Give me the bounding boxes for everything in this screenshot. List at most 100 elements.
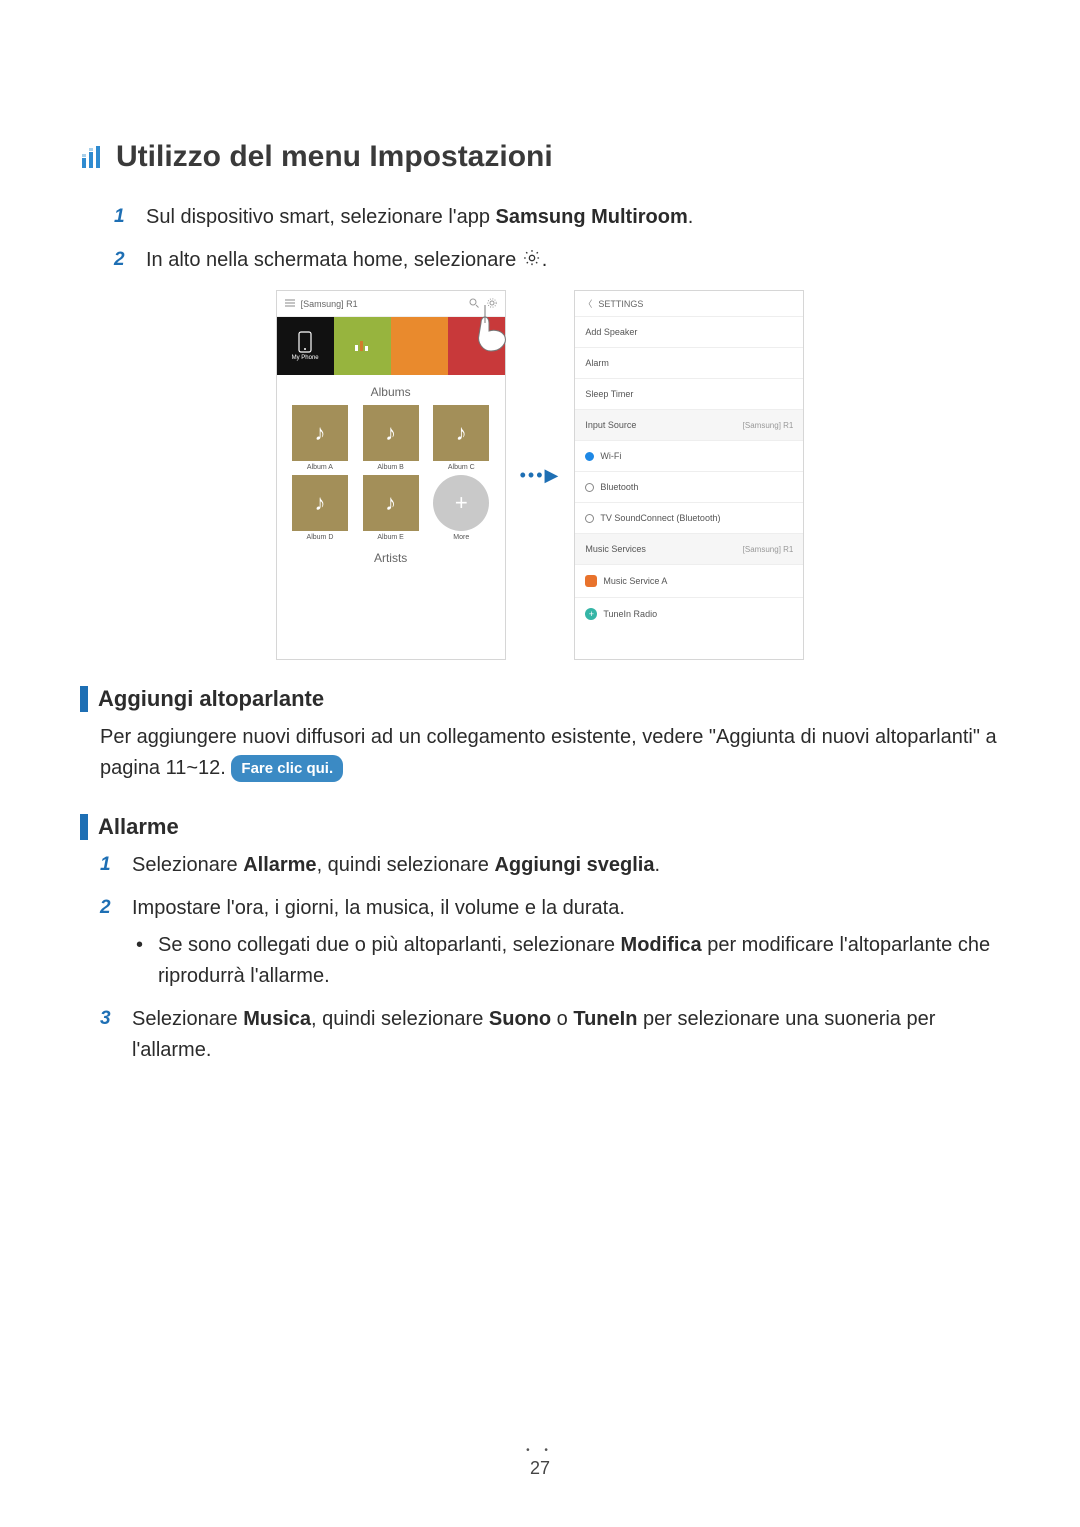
service-icon — [585, 575, 597, 587]
step-number: 2 — [100, 893, 114, 992]
label: Music Services — [585, 544, 646, 554]
step-number: 1 — [114, 202, 128, 233]
step-body: Sul dispositivo smart, selezionare l'app… — [146, 202, 693, 233]
h1-heading: Utilizzo del menu Impostazioni — [80, 140, 1000, 174]
radio-off-icon — [585, 514, 594, 523]
album-more: +More — [428, 475, 495, 541]
settings-item-input-source: Input Source [Samsung] R1 — [575, 410, 803, 441]
text: o — [551, 1008, 573, 1030]
source-tile — [334, 317, 391, 375]
radio-off-icon — [585, 483, 594, 492]
bold: Modifica — [621, 934, 702, 956]
label: Add Speaker — [585, 327, 637, 337]
text: Se sono collegati due o più altoparlanti… — [158, 934, 621, 956]
dots: ••• — [520, 465, 545, 485]
bold: Aggiungi sveglia — [494, 854, 654, 876]
bullet-item: • Se sono collegati due o più altoparlan… — [136, 930, 1000, 992]
gear-icon — [522, 247, 542, 278]
step-body: Selezionare Musica, quindi selezionare S… — [132, 1004, 1000, 1066]
label: Sleep Timer — [585, 389, 633, 399]
heading-text: Aggiungi altoparlante — [98, 686, 324, 712]
label: My Phone — [292, 355, 319, 361]
arrow-icon: •••▶ — [520, 465, 561, 486]
intro-step-2: 2 In alto nella schermata home, selezion… — [114, 245, 1000, 278]
page-dots: • • — [0, 1445, 1080, 1456]
settings-item-alarm: Alarm — [575, 348, 803, 379]
text: Impostare l'ora, i giorni, la musica, il… — [132, 897, 625, 919]
heading-bar-icon — [80, 814, 88, 840]
album-item: ♪Album B — [357, 405, 424, 471]
source-tile — [391, 317, 448, 375]
source-tile-phone: My Phone — [277, 317, 334, 375]
settings-item-service-a: Music Service A — [575, 565, 803, 598]
hamburger-icon — [285, 299, 295, 309]
app-name: Samsung Multiroom — [496, 206, 688, 228]
album-item: ♪Album E — [357, 475, 424, 541]
label: Music Service A — [603, 576, 667, 586]
label: Album A — [307, 464, 333, 471]
label: Bluetooth — [600, 482, 638, 492]
label: More — [453, 534, 469, 541]
text: . — [654, 854, 660, 876]
bold: Musica — [243, 1008, 311, 1030]
bold: Allarme — [243, 854, 316, 876]
heading-text: Allarme — [98, 814, 179, 840]
sublabel: [Samsung] R1 — [743, 421, 794, 430]
label: TV SoundConnect (Bluetooth) — [600, 513, 720, 523]
radio-on-icon — [585, 452, 594, 461]
hand-pointer-icon — [471, 303, 517, 355]
page-number: • • 27 — [0, 1445, 1080, 1479]
text: , quindi selezionare — [317, 854, 495, 876]
label: Wi-Fi — [600, 451, 621, 461]
triangle: ▶ — [545, 465, 561, 485]
text: Selezionare — [132, 1008, 243, 1030]
label: Album D — [307, 534, 334, 541]
step-body: Impostare l'ora, i giorni, la musica, il… — [132, 893, 1000, 992]
click-here-link[interactable]: Fare clic qui. — [231, 755, 343, 782]
alarm-step-2: 2 Impostare l'ora, i giorni, la musica, … — [100, 893, 1000, 992]
h2-add-speaker: Aggiungi altoparlante — [80, 686, 1000, 712]
chevron-left-icon: 〈 — [583, 297, 592, 310]
text: , quindi selezionare — [311, 1008, 489, 1030]
text: . — [688, 206, 694, 228]
text: . — [542, 249, 548, 271]
step-body: In alto nella schermata home, selezionar… — [146, 245, 547, 278]
album-item: ♪Album D — [287, 475, 354, 541]
h2-alarm: Allarme — [80, 814, 1000, 840]
intro-step-1: 1 Sul dispositivo smart, selezionare l'a… — [114, 202, 1000, 233]
album-item: ♪Album C — [428, 405, 495, 471]
phone-settings-screen: 〈 SETTINGS Add Speaker Alarm Sleep Timer… — [574, 290, 804, 660]
tunein-icon: + — [585, 608, 597, 620]
text: Sul dispositivo smart, selezionare l'app — [146, 206, 496, 228]
settings-item-add-speaker: Add Speaker — [575, 317, 803, 348]
bar-chart-icon — [80, 144, 106, 170]
step-number: 2 — [114, 245, 128, 278]
settings-item-sleep-timer: Sleep Timer — [575, 379, 803, 410]
bold: Suono — [489, 1008, 551, 1030]
heading-bar-icon — [80, 686, 88, 712]
album-item: ♪Album A — [287, 405, 354, 471]
label: Album C — [448, 464, 475, 471]
step-body: Selezionare Allarme, quindi selezionare … — [132, 850, 660, 881]
settings-item-tunein: + TuneIn Radio — [575, 598, 803, 630]
step-number: 1 — [100, 850, 114, 881]
label: TuneIn Radio — [603, 609, 657, 619]
bullet-text: Se sono collegati due o più altoparlanti… — [158, 930, 1000, 992]
label: Alarm — [585, 358, 609, 368]
device-title: [Samsung] R1 — [301, 299, 463, 309]
settings-item-tvsc: TV SoundConnect (Bluetooth) — [575, 503, 803, 534]
section-albums: Albums — [277, 375, 505, 405]
settings-title: SETTINGS — [598, 299, 643, 309]
alarm-step-3: 3 Selezionare Musica, quindi selezionare… — [100, 1004, 1000, 1066]
sublabel: [Samsung] R1 — [743, 545, 794, 554]
bold: TuneIn — [573, 1008, 637, 1030]
phone-home-screen: [Samsung] R1 My Phone — [276, 290, 506, 660]
label: Album E — [377, 534, 403, 541]
section-artists: Artists — [277, 541, 505, 571]
settings-item-music-services: Music Services [Samsung] R1 — [575, 534, 803, 565]
add-speaker-paragraph: Per aggiungere nuovi diffusori ad un col… — [100, 722, 1000, 784]
screenshots-row: [Samsung] R1 My Phone — [80, 290, 1000, 660]
settings-item-wifi: Wi-Fi — [575, 441, 803, 472]
page-number-value: 27 — [530, 1458, 550, 1478]
h1-title: Utilizzo del menu Impostazioni — [116, 140, 553, 174]
